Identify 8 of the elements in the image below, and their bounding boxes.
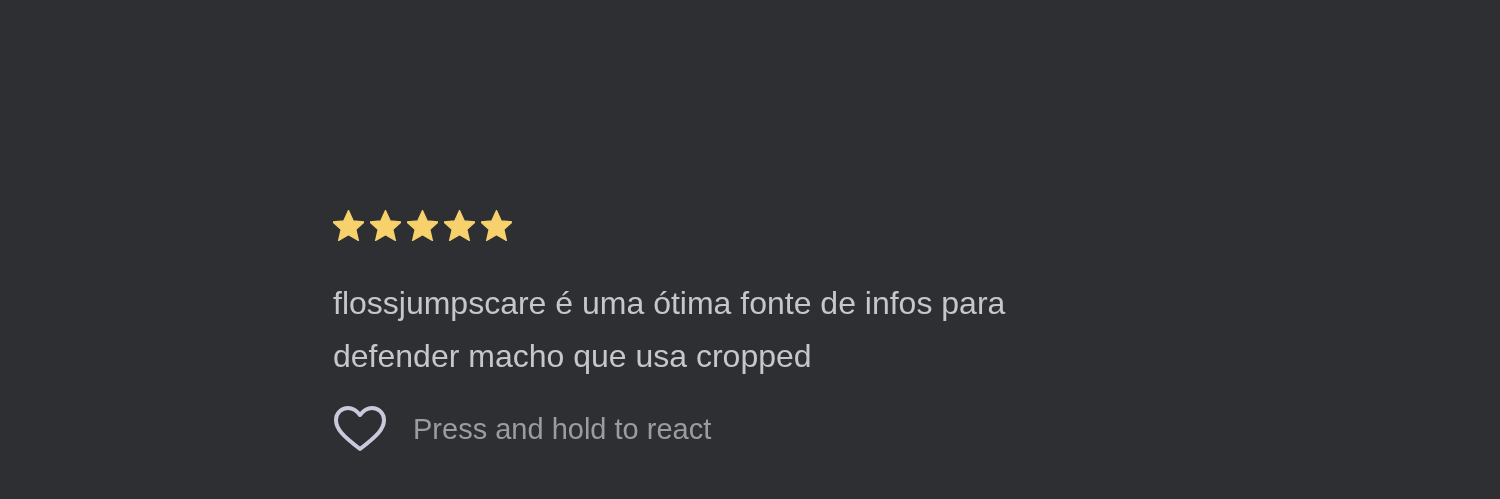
review-text: flossjumpscare é uma ótima fonte de infos para defender macho que usa cropped <box>333 284 1007 376</box>
heart-icon[interactable] <box>333 405 387 453</box>
star-icon <box>333 210 364 241</box>
react-hint: Press and hold to react <box>413 412 712 446</box>
star-icon <box>407 210 438 241</box>
star-icon <box>481 210 512 241</box>
star-icon <box>444 210 475 241</box>
star-icon <box>370 210 401 241</box>
